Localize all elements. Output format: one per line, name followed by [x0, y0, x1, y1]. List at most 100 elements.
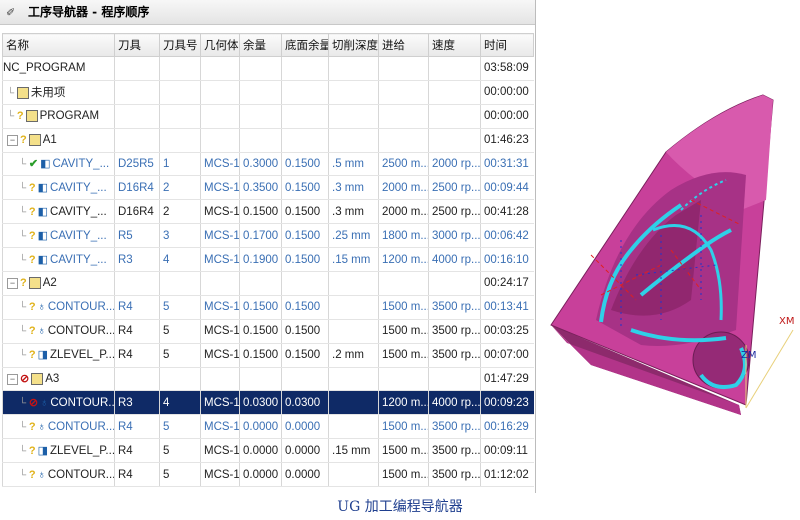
cell-feed: 1500 m... — [378, 319, 429, 344]
row-name-cell: └ ? ♁ CONTOUR... — [2, 462, 115, 488]
program-group-row[interactable]: −? A2 00:24:17 — [2, 271, 534, 296]
tree-connector: └ — [19, 445, 29, 457]
tree-connector: └ — [19, 326, 29, 338]
cell-time: 03:58:09 — [480, 56, 534, 81]
cell-floor-stock: 0.1500 — [281, 295, 329, 320]
cell-geometry: MCS-1 — [200, 414, 240, 440]
operation-navigator-panel: ✐ 工序导航器 - 程序顺序 名称 刀具 刀具号 几何体 余量 底面余量 切削深度 进给 速度 时间… — [0, 0, 536, 493]
cell-geometry: MCS-1 — [200, 175, 240, 201]
cell-tool: R4 — [114, 343, 160, 368]
row-name-label: A2 — [42, 277, 57, 290]
column-header-name[interactable]: 名称 — [2, 33, 115, 57]
operation-row[interactable]: └ ? ♁ CONTOUR... R4 5 MCS-1 0.1500 0.1500 1500 m… — [2, 295, 534, 320]
program-icon — [28, 134, 41, 147]
tree-connector: └ — [19, 230, 29, 242]
operation-row[interactable]: └ ? ♁ CONTOUR... R4 5 MCS-1 0.0000 0.0000 1500 m… — [2, 414, 534, 440]
column-header-stock[interactable]: 余量 — [239, 33, 282, 57]
cell-stock — [239, 271, 282, 296]
operation-row[interactable]: └ ⊘ ♁ CONTOUR... R3 4 MCS-1 0.0300 0.0300 1200 m… — [2, 390, 534, 416]
cell-speed: 3500 rp... — [428, 319, 481, 344]
column-header-depth[interactable]: 切削深度 — [328, 33, 379, 57]
cell-speed: 3500 rp... — [428, 343, 481, 368]
cell-speed: 2000 rp... — [428, 152, 481, 177]
column-header-feed[interactable]: 进给 — [378, 33, 429, 57]
column-header-speed[interactable]: 速度 — [428, 33, 481, 57]
cell-feed — [378, 128, 429, 153]
row-name-label: CAVITY_... — [52, 158, 110, 171]
tree-connector: └ — [19, 469, 29, 481]
cell-stock: 0.1500 — [239, 295, 282, 320]
operation-row[interactable]: └ ? ◧ CAVITY_... D16R4 2 MCS-1 0.3500 0.1500.3 … — [2, 175, 534, 201]
operation-row[interactable]: └ ✔ ◧ CAVITY_... D25R5 1 MCS-1 0.3000 0.1500.5 … — [2, 152, 534, 177]
operation-row[interactable]: └ 未用项 00:00:00 — [2, 80, 534, 105]
row-name-label: PROGRAM — [39, 110, 100, 123]
column-header-time[interactable]: 时间 — [480, 33, 534, 57]
row-name-label: ZLEVEL_P... — [50, 444, 115, 457]
row-name-label: CAVITY_... — [50, 181, 107, 194]
operation-row[interactable]: └ ? ◧ CAVITY_... R5 3 MCS-1 0.1700 0.1500.25 mm… — [2, 223, 534, 249]
cell-feed: 1500 m... — [378, 343, 429, 368]
row-name-label: CONTOUR... — [47, 420, 115, 433]
collapse-icon[interactable]: − — [7, 373, 18, 385]
cell-stock: 0.3000 — [239, 152, 282, 177]
tree-connector: └ — [19, 159, 29, 171]
column-header-tool-no[interactable]: 刀具号 — [159, 33, 201, 57]
cell-geometry — [200, 367, 240, 392]
row-name-label: CONTOUR... — [47, 301, 115, 314]
row-name-label: CONTOUR... — [50, 396, 115, 409]
cell-stock: 0.0300 — [239, 390, 282, 416]
program-group-row[interactable]: −? A1 01:46:23 — [2, 128, 534, 153]
cell-tool: D16R4 — [114, 199, 160, 225]
column-header-floor-stock[interactable]: 底面余量 — [281, 33, 329, 57]
3d-graphics-view[interactable]: ZM XM — [541, 0, 800, 493]
operation-row[interactable]: └ ? ◨ ZLEVEL_P... R4 5 MCS-1 0.0000 0.0000.15 m… — [2, 438, 534, 464]
operation-row[interactable]: └ ? PROGRAM 00:00:00 — [2, 104, 534, 129]
cell-stock — [239, 128, 282, 153]
cell-floor-stock: 0.0300 — [281, 390, 329, 416]
cell-time: 01:12:02 — [480, 462, 534, 488]
pin-icon[interactable]: ✐ — [6, 1, 18, 25]
row-name-cell: NC_PROGRAM — [2, 56, 115, 81]
program-group-row[interactable]: − ⊘ A3 01:47:29 — [2, 367, 534, 392]
collapse-icon[interactable]: − — [7, 277, 18, 289]
cell-speed: 4000 rp... — [428, 247, 481, 273]
program-icon — [16, 87, 29, 100]
cell-floor-stock: 0.1500 — [281, 152, 329, 177]
cell-tool-no: 5 — [159, 295, 201, 320]
operation-row[interactable]: └ ? ◧ CAVITY_... R3 4 MCS-1 0.1900 0.1500.15 mm… — [2, 247, 534, 273]
operation-row[interactable]: └ ? ◨ ZLEVEL_P... R4 5 MCS-1 0.1500 0.1500.2 mm… — [2, 343, 534, 368]
cell-tool-no: 3 — [159, 223, 201, 249]
collapse-icon[interactable]: − — [7, 134, 18, 146]
cell-speed: 3000 rp... — [428, 223, 481, 249]
navigator-title: 工序导航器 - 程序顺序 — [28, 5, 150, 19]
cell-feed — [378, 56, 429, 81]
key-icon: ? — [28, 325, 36, 338]
row-name-label: CAVITY_... — [50, 205, 107, 218]
cell-feed — [378, 104, 429, 129]
column-header-tool[interactable]: 刀具 — [114, 33, 160, 57]
cell-speed — [428, 271, 481, 296]
tree-connector: └ — [19, 421, 29, 433]
operation-row[interactable]: └ ? ♁ CONTOUR... R4 5 MCS-1 0.1500 0.1500 1500 m… — [2, 319, 534, 344]
cell-geometry: MCS-1 — [200, 390, 240, 416]
cell-time: 01:46:23 — [480, 128, 534, 153]
cell-stock: 0.0000 — [239, 438, 282, 464]
cell-time: 00:06:42 — [480, 223, 534, 249]
cell-time: 00:41:28 — [480, 199, 534, 225]
cell-speed: 3500 rp... — [428, 462, 481, 488]
cell-depth: .3 mm — [328, 175, 379, 201]
operation-row[interactable]: └ ? ♁ CONTOUR... R4 5 MCS-1 0.0000 0.0000 1500 m… — [2, 462, 534, 488]
no-entry-icon: ⊘ — [20, 373, 30, 385]
cell-depth — [328, 390, 379, 416]
contour-op-icon: ♁ — [37, 420, 46, 433]
cell-stock — [239, 80, 282, 105]
cell-feed — [378, 367, 429, 392]
row-name-cell: └ ? ◧ CAVITY_... — [2, 223, 115, 249]
cell-tool-no: 4 — [159, 390, 201, 416]
column-header-geometry[interactable]: 几何体 — [200, 33, 240, 57]
cell-feed: 2000 m... — [378, 199, 429, 225]
row-name-label: 未用项 — [30, 87, 66, 100]
operation-row[interactable]: └ ? ◧ CAVITY_... D16R4 2 MCS-1 0.1500 0.1500.3 … — [2, 199, 534, 225]
cell-tool: R4 — [114, 414, 160, 440]
operation-row[interactable]: NC_PROGRAM 03:58:09 — [2, 56, 534, 81]
